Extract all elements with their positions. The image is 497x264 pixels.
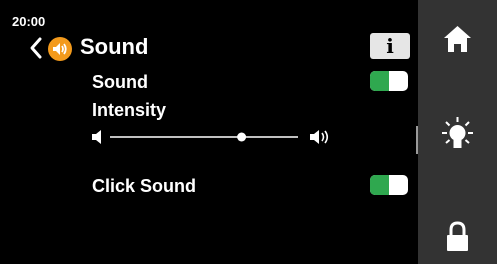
light-bulb-icon[interactable]: [418, 114, 497, 154]
sound-toggle[interactable]: [370, 71, 408, 91]
speaker-icon: [48, 37, 72, 61]
status-time: 20:00: [12, 14, 46, 29]
home-icon[interactable]: [418, 20, 497, 60]
volume-min-icon: [92, 130, 101, 144]
click-sound-label: Click Sound: [92, 176, 197, 196]
intensity-label: Intensity: [92, 100, 167, 120]
side-nav: [418, 0, 497, 264]
click-sound-toggle[interactable]: [370, 175, 408, 195]
page-title: Sound: [80, 34, 149, 59]
sound-label: Sound: [92, 72, 148, 92]
click-sound-toggle-on-indicator: [370, 175, 389, 195]
intensity-slider[interactable]: [90, 127, 340, 147]
info-button[interactable]: i: [370, 33, 410, 59]
slider-thumb: [237, 132, 247, 142]
volume-max-icon: [310, 130, 329, 144]
sound-toggle-on-indicator: [370, 71, 389, 91]
device-frame: 20:00 Sound i Sound Intensity Click Soun…: [0, 0, 497, 264]
chevron-left-icon[interactable]: [28, 36, 44, 60]
settings-screen: 20:00 Sound i Sound Intensity Click Soun…: [6, 6, 420, 258]
lock-icon[interactable]: [418, 218, 497, 258]
